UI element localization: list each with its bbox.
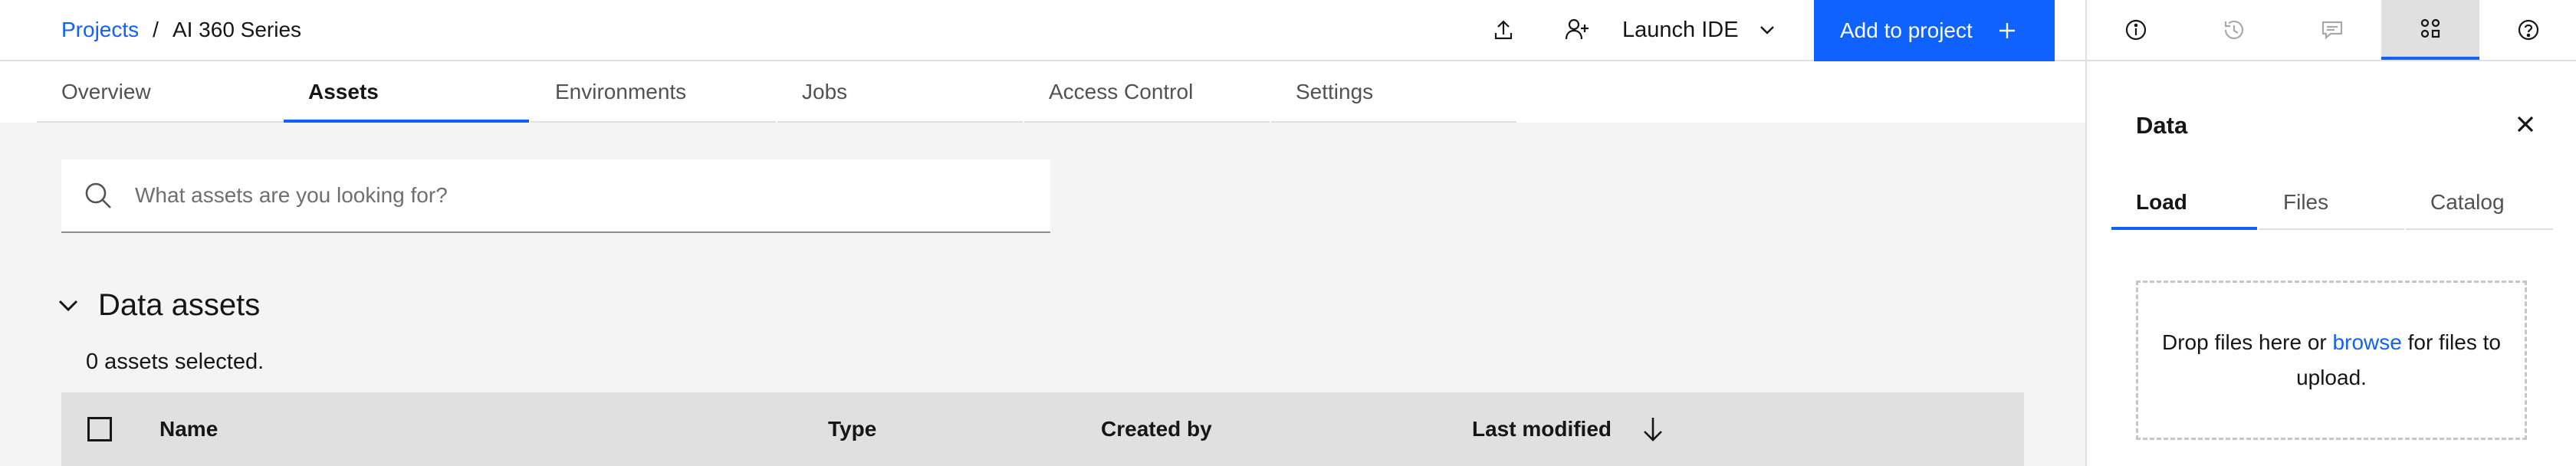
- column-created-by[interactable]: Created by: [1101, 392, 1212, 466]
- search-icon: [85, 182, 111, 208]
- select-all-checkbox[interactable]: [87, 417, 112, 441]
- breadcrumb-projects-link[interactable]: Projects: [61, 18, 139, 42]
- breadcrumb-separator: /: [153, 18, 159, 41]
- launch-ide-label: Launch IDE: [1622, 17, 1739, 42]
- arrow-down-icon: [1644, 418, 1662, 441]
- tab-assets[interactable]: Assets: [284, 61, 529, 123]
- data-side-panel: Data Load Files Catalog Drop files here …: [2085, 61, 2576, 466]
- selected-count: 0 assets selected.: [86, 350, 264, 374]
- add-user-icon: [1565, 18, 1589, 40]
- history-icon: [2224, 20, 2244, 40]
- chevron-down-icon: [1760, 26, 1774, 34]
- breadcrumb-current: AI 360 Series: [172, 18, 302, 41]
- search-icon-container: [61, 159, 135, 232]
- dropzone-text-before: Drop files here or: [2162, 330, 2333, 354]
- tab-jobs[interactable]: Jobs: [777, 61, 1023, 123]
- tab-environments[interactable]: Environments: [531, 61, 776, 123]
- chevron-down-icon: [58, 300, 78, 312]
- dropzone-text: Drop files here or browse for files to u…: [2161, 325, 2502, 395]
- launch-ide-menu[interactable]: Launch IDE: [1622, 0, 1777, 60]
- comment-icon: [2321, 21, 2343, 40]
- asset-search: [61, 159, 1050, 233]
- rail-data-button[interactable]: [2381, 0, 2479, 60]
- panel-close-button[interactable]: [2510, 109, 2541, 139]
- rail-history-button[interactable]: [2185, 0, 2283, 60]
- info-icon: [2125, 19, 2147, 41]
- panel-tab-files[interactable]: Files: [2259, 184, 2404, 230]
- file-dropzone[interactable]: Drop files here or browse for files to u…: [2136, 281, 2527, 440]
- data-assets-title: Data assets: [98, 287, 261, 322]
- tab-overview[interactable]: Overview: [37, 61, 284, 123]
- data-assets-header[interactable]: Data assets: [55, 284, 260, 327]
- rail-comments-button[interactable]: [2283, 0, 2381, 60]
- search-input[interactable]: [135, 183, 978, 208]
- breadcrumb: Projects / AI 360 Series: [61, 0, 301, 60]
- sort-button[interactable]: [1641, 392, 1665, 466]
- help-icon: [2518, 19, 2539, 41]
- project-tabs: Overview Assets Environments Jobs Access…: [0, 61, 2085, 123]
- upload-button[interactable]: [1473, 0, 1534, 60]
- panel-tab-catalog[interactable]: Catalog: [2406, 184, 2553, 230]
- add-collaborator-button[interactable]: [1546, 0, 1608, 60]
- panel-tab-load[interactable]: Load: [2111, 184, 2257, 230]
- panel-title: Data: [2136, 112, 2188, 139]
- column-type[interactable]: Type: [828, 392, 876, 466]
- column-last-modified[interactable]: Last modified: [1472, 392, 1612, 466]
- add-to-project-button[interactable]: Add to project: [1814, 0, 2055, 61]
- data-icon: [2420, 18, 2440, 38]
- tab-settings[interactable]: Settings: [1271, 61, 1516, 123]
- tab-access-control[interactable]: Access Control: [1024, 61, 1270, 123]
- plus-icon: [1999, 23, 2015, 38]
- utility-rail: [2085, 0, 2576, 61]
- rail-help-button[interactable]: [2479, 0, 2576, 60]
- close-icon: [2517, 116, 2534, 133]
- upload-icon: [1494, 20, 1513, 40]
- column-name[interactable]: Name: [159, 392, 218, 466]
- rail-info-button[interactable]: [2087, 0, 2185, 60]
- add-to-project-label: Add to project: [1840, 18, 1973, 42]
- assets-table-header: Name Type Created by Last modified: [61, 392, 2024, 466]
- browse-link[interactable]: browse: [2333, 330, 2402, 354]
